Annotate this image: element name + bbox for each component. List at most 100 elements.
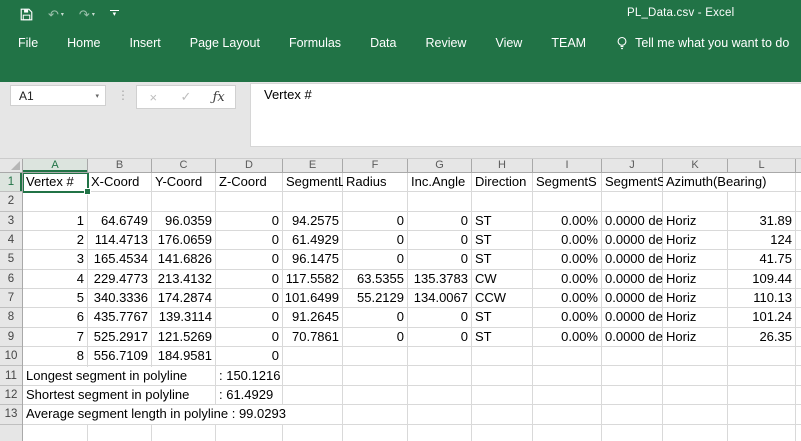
cell-C3[interactable]: 96.0359 xyxy=(152,212,216,230)
row-header-7[interactable]: 7 xyxy=(0,289,22,308)
tab-view[interactable]: View xyxy=(495,36,522,50)
cancel-button[interactable]: × xyxy=(137,90,170,105)
cell-G6[interactable]: 135.3783 xyxy=(408,270,472,288)
cell-J4[interactable]: 0.0000 deg xyxy=(602,231,663,249)
cell-A5[interactable]: 3 xyxy=(23,250,88,268)
cell-H7[interactable]: CCW xyxy=(472,289,533,307)
cell-A3[interactable]: 1 xyxy=(23,212,88,230)
cell-B10[interactable]: 556.7109 xyxy=(88,347,152,365)
cell-L6[interactable]: 109.44 xyxy=(728,270,796,288)
cell-L8[interactable]: 101.24 xyxy=(728,308,796,326)
name-box[interactable]: A1 ▾ xyxy=(10,85,106,106)
cell-B3[interactable]: 64.6749 xyxy=(88,212,152,230)
cell-A1[interactable]: Vertex # xyxy=(23,173,88,191)
row-header-13[interactable]: 13 xyxy=(0,405,22,424)
redo-button[interactable]: ↷▾ xyxy=(79,8,95,21)
cell-I9[interactable]: 0.00% xyxy=(533,328,602,346)
cell-F7[interactable]: 55.2129 xyxy=(343,289,408,307)
cell-G8[interactable]: 0 xyxy=(408,308,472,326)
cell-A8[interactable]: 6 xyxy=(23,308,88,326)
cell-K6[interactable]: Horiz xyxy=(663,270,728,288)
insert-function-button[interactable]: ƒx xyxy=(202,90,235,105)
cell-C6[interactable]: 213.4132 xyxy=(152,270,216,288)
cell-G1[interactable]: Inc.Angle xyxy=(408,173,472,191)
cell-D10[interactable]: 0 xyxy=(216,347,283,365)
cell-C4[interactable]: 176.0659 xyxy=(152,231,216,249)
cell-E8[interactable]: 91.2645 xyxy=(283,308,343,326)
cell-D11[interactable]: : 150.1216 xyxy=(216,367,282,385)
cell-E6[interactable]: 117.5582 xyxy=(283,270,343,288)
cell-A11[interactable]: Longest segment in polyline xyxy=(23,367,189,385)
cell-G3[interactable]: 0 xyxy=(408,212,472,230)
cell-F4[interactable]: 0 xyxy=(343,231,408,249)
cell-K4[interactable]: Horiz xyxy=(663,231,728,249)
cell-H6[interactable]: CW xyxy=(472,270,533,288)
cell-D4[interactable]: 0 xyxy=(216,231,283,249)
cell-E4[interactable]: 61.4929 xyxy=(283,231,343,249)
cell-J9[interactable]: 0.0000 deg xyxy=(602,328,663,346)
cell-F1[interactable]: Radius xyxy=(343,173,408,191)
cell-G7[interactable]: 134.0067 xyxy=(408,289,472,307)
cell-D6[interactable]: 0 xyxy=(216,270,283,288)
col-header-C[interactable]: C xyxy=(152,159,216,172)
cell-B5[interactable]: 165.4534 xyxy=(88,250,152,268)
cell-A9[interactable]: 7 xyxy=(23,328,88,346)
tab-formulas[interactable]: Formulas xyxy=(289,36,341,50)
cell-B1[interactable]: X-Coord xyxy=(88,173,152,191)
row-header-2[interactable]: 2 xyxy=(0,192,22,211)
cell-I1[interactable]: SegmentS xyxy=(533,173,602,191)
cell-J6[interactable]: 0.0000 deg xyxy=(602,270,663,288)
cell-J3[interactable]: 0.0000 deg xyxy=(602,212,663,230)
cell-H5[interactable]: ST xyxy=(472,250,533,268)
row-header-3[interactable]: 3 xyxy=(0,212,22,231)
cell-B7[interactable]: 340.3336 xyxy=(88,289,152,307)
col-header-E[interactable]: E xyxy=(283,159,343,172)
cell-H9[interactable]: ST xyxy=(472,328,533,346)
col-header-G[interactable]: G xyxy=(408,159,472,172)
cell-L7[interactable]: 110.13 xyxy=(728,289,796,307)
cell-D9[interactable]: 0 xyxy=(216,328,283,346)
row-header-4[interactable]: 4 xyxy=(0,231,22,250)
cell-C9[interactable]: 121.5269 xyxy=(152,328,216,346)
row-header-partial[interactable] xyxy=(0,425,22,441)
cell-K7[interactable]: Horiz xyxy=(663,289,728,307)
cell-E7[interactable]: 101.6499 xyxy=(283,289,343,307)
tab-insert[interactable]: Insert xyxy=(130,36,161,50)
cell-D5[interactable]: 0 xyxy=(216,250,283,268)
col-header-F[interactable]: F xyxy=(343,159,408,172)
cell-F5[interactable]: 0 xyxy=(343,250,408,268)
tab-review[interactable]: Review xyxy=(425,36,466,50)
col-header-H[interactable]: H xyxy=(472,159,533,172)
cell-G9[interactable]: 0 xyxy=(408,328,472,346)
cell-H3[interactable]: ST xyxy=(472,212,533,230)
cell-I7[interactable]: 0.00% xyxy=(533,289,602,307)
col-header-I[interactable]: I xyxy=(533,159,602,172)
cell-J8[interactable]: 0.0000 deg xyxy=(602,308,663,326)
cell-E3[interactable]: 94.2575 xyxy=(283,212,343,230)
cell-B9[interactable]: 525.2917 xyxy=(88,328,152,346)
undo-button[interactable]: ↶▾ xyxy=(48,8,64,21)
cell-D3[interactable]: 0 xyxy=(216,212,283,230)
cell-I6[interactable]: 0.00% xyxy=(533,270,602,288)
tab-home[interactable]: Home xyxy=(67,36,100,50)
col-header-K[interactable]: K xyxy=(663,159,728,172)
cell-H8[interactable]: ST xyxy=(472,308,533,326)
cell-K8[interactable]: Horiz xyxy=(663,308,728,326)
row-header-10[interactable]: 10 xyxy=(0,347,22,366)
save-button[interactable] xyxy=(20,8,33,21)
cell-L9[interactable]: 26.35 xyxy=(728,328,796,346)
cell-L3[interactable]: 31.89 xyxy=(728,212,796,230)
cell-F8[interactable]: 0 xyxy=(343,308,408,326)
cell-A12[interactable]: Shortest segment in polyline xyxy=(23,386,191,404)
cell-F9[interactable]: 0 xyxy=(343,328,408,346)
cell-J1[interactable]: SegmentS xyxy=(602,173,663,191)
col-header-partial[interactable] xyxy=(796,159,801,172)
col-header-D[interactable]: D xyxy=(216,159,283,172)
cell-A13[interactable]: Average segment length in polyline : 99.… xyxy=(23,405,288,423)
cell-C1[interactable]: Y-Coord xyxy=(152,173,216,191)
cell-J5[interactable]: 0.0000 deg xyxy=(602,250,663,268)
cell-E5[interactable]: 96.1475 xyxy=(283,250,343,268)
cell-I8[interactable]: 0.00% xyxy=(533,308,602,326)
cell-B6[interactable]: 229.4773 xyxy=(88,270,152,288)
cell-H4[interactable]: ST xyxy=(472,231,533,249)
